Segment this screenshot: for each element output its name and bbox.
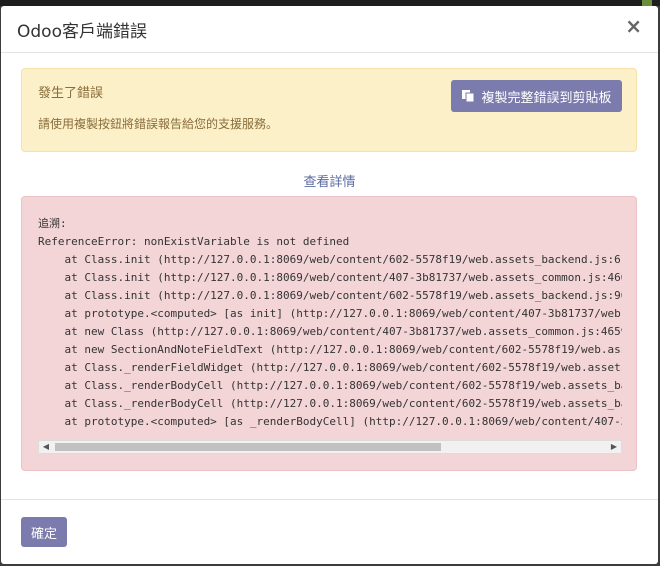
dialog-header: Odoo客戶端錯誤 × xyxy=(1,6,658,53)
view-details-link[interactable]: 查看詳情 xyxy=(1,171,658,190)
dialog-title: Odoo客戶端錯誤 xyxy=(17,22,147,42)
scroll-right-icon[interactable]: ▶ xyxy=(607,441,621,453)
copy-error-label: 複製完整錯誤到剪貼板 xyxy=(481,90,612,106)
traceback-line: at Class._renderFieldWidget (http://127.… xyxy=(38,361,622,374)
traceback-panel: 追溯: ReferenceError: nonExistVariable is … xyxy=(21,196,637,471)
clipboard-icon xyxy=(462,90,475,103)
traceback-line: at Class.init (http://127.0.0.1:8069/web… xyxy=(38,253,622,266)
traceback-line: at Class._renderBodyCell (http://127.0.0… xyxy=(38,397,622,410)
traceback-scroll-area[interactable]: 追溯: ReferenceError: nonExistVariable is … xyxy=(38,215,622,437)
error-dialog: Odoo客戶端錯誤 × 發生了錯誤 請使用複製按鈕將錯誤報告給您的支援服務。 複… xyxy=(1,6,658,564)
warning-alert: 發生了錯誤 請使用複製按鈕將錯誤報告給您的支援服務。 複製完整錯誤到剪貼板 xyxy=(21,68,637,152)
traceback-line: at Class._renderBodyCell (http://127.0.0… xyxy=(38,379,622,392)
warning-text: 請使用複製按鈕將錯誤報告給您的支援服務。 xyxy=(38,117,279,131)
traceback-line: at Class.init (http://127.0.0.1:8069/web… xyxy=(38,289,622,302)
traceback-line: at prototype.<computed> [as init] (http:… xyxy=(38,307,622,320)
scrollbar-thumb[interactable] xyxy=(55,443,441,451)
traceback-line: at prototype.<computed> [as _renderBodyC… xyxy=(38,415,622,428)
copy-error-button[interactable]: 複製完整錯誤到剪貼板 xyxy=(451,80,622,112)
traceback-heading: 追溯: xyxy=(38,217,67,230)
warning-title: 發生了錯誤 xyxy=(38,86,104,101)
close-icon[interactable]: × xyxy=(625,14,642,38)
traceback-text: 追溯: ReferenceError: nonExistVariable is … xyxy=(38,215,622,431)
scroll-left-icon[interactable]: ◀ xyxy=(39,441,53,453)
ok-button[interactable]: 確定 xyxy=(21,517,67,547)
traceback-error: ReferenceError: nonExistVariable is not … xyxy=(38,235,350,248)
traceback-line: at Class.init (http://127.0.0.1:8069/web… xyxy=(38,271,622,284)
horizontal-scrollbar[interactable]: ◀ ▶ xyxy=(38,440,622,454)
traceback-line: at new SectionAndNoteFieldText (http://1… xyxy=(38,343,622,356)
traceback-line: at new Class (http://127.0.0.1:8069/web/… xyxy=(38,325,622,338)
dialog-footer: 確定 xyxy=(1,499,658,565)
